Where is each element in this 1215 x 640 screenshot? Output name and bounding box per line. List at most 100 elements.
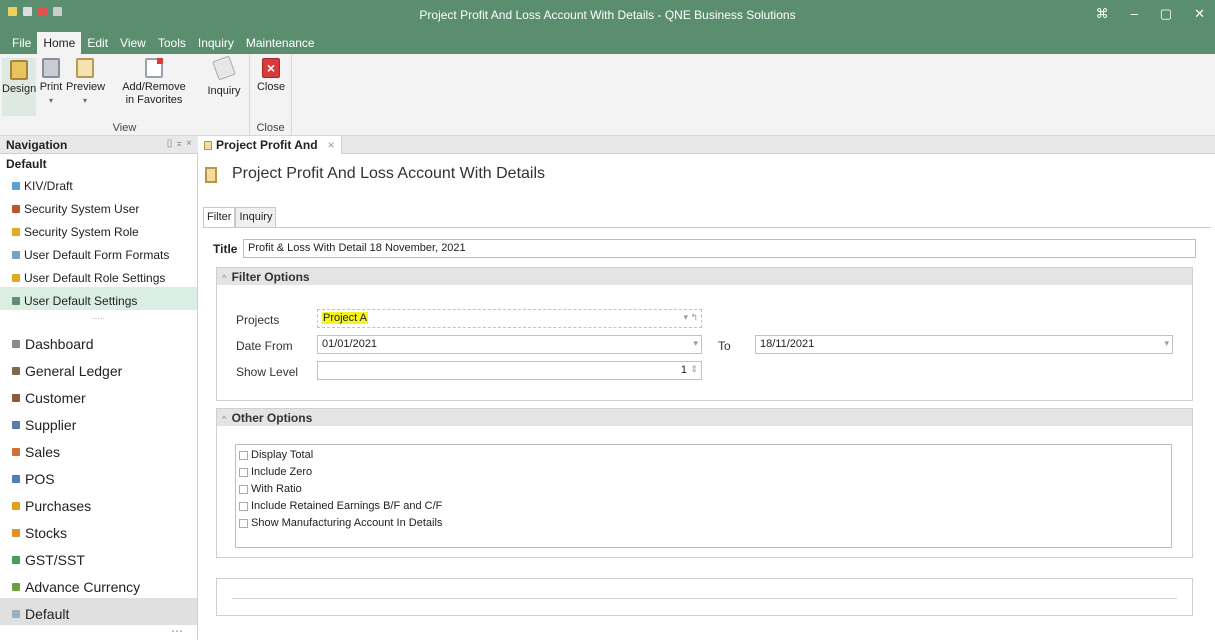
- ribbon-group-view: Design Print ▾ Preview ▾ Add/Remove in F…: [0, 54, 250, 136]
- dashboard-icon: [12, 340, 20, 348]
- navigation-splitter[interactable]: ·····: [0, 310, 197, 328]
- design-icon: [10, 60, 28, 80]
- more-options-icon[interactable]: ⋯: [171, 624, 183, 638]
- ribbon-group-label-close: Close: [256, 122, 285, 134]
- navigation-panel: Default KIV/Draft Security System User S…: [0, 154, 198, 640]
- menu-home[interactable]: Home: [37, 32, 82, 54]
- nav-module-stocks[interactable]: Stocks: [0, 517, 197, 544]
- preview-button[interactable]: Preview ▾: [66, 58, 105, 107]
- spin-icon[interactable]: ⇕: [690, 364, 698, 375]
- menu-maintenance[interactable]: Maintenance: [240, 32, 321, 54]
- chevron-down-icon: ▾: [48, 96, 53, 105]
- ledger-icon: [12, 367, 20, 375]
- date-from-label: Date From: [236, 339, 293, 353]
- pos-icon: [12, 475, 20, 483]
- ribbon: Design Print ▾ Preview ▾ Add/Remove in F…: [0, 54, 1215, 136]
- currency-icon: [12, 583, 20, 591]
- nav-module-gst-sst[interactable]: GST/SST: [0, 544, 197, 571]
- nav-module-default[interactable]: Default: [0, 598, 197, 625]
- ribbon-group-close: × Close Close: [250, 54, 292, 136]
- show-manufacturing-account-checkbox[interactable]: Show Manufacturing Account In Details: [239, 517, 442, 529]
- maximize-icon[interactable]: ▢: [1160, 6, 1172, 22]
- pin-icon[interactable]: ▯ ⌅ ×: [167, 138, 192, 149]
- collapse-icon: ^: [222, 414, 227, 424]
- role-settings-icon: [12, 273, 20, 282]
- include-zero-checkbox[interactable]: Include Zero: [239, 466, 312, 478]
- nav-module-pos[interactable]: POS: [0, 463, 197, 490]
- tab-filter[interactable]: Filter: [203, 207, 236, 227]
- include-retained-earnings-checkbox[interactable]: Include Retained Earnings B/F and C/F: [239, 500, 442, 512]
- nav-item-user-default-role-settings[interactable]: User Default Role Settings: [0, 264, 197, 287]
- projects-input[interactable]: Project A ▾ ↰: [317, 309, 702, 328]
- main-content: Project Profit And Loss Account With Det…: [199, 155, 1215, 640]
- menu-inquiry[interactable]: Inquiry: [192, 32, 240, 54]
- nav-module-dashboard[interactable]: Dashboard: [0, 328, 197, 355]
- title-input[interactable]: Profit & Loss With Detail 18 November, 2…: [243, 239, 1196, 258]
- tab-inquiry[interactable]: Inquiry: [235, 207, 277, 227]
- projects-label: Projects: [236, 313, 280, 327]
- nav-module-supplier[interactable]: Supplier: [0, 409, 197, 436]
- menu-view[interactable]: View: [114, 32, 152, 54]
- inquiry-button[interactable]: Inquiry: [202, 55, 246, 98]
- navigation-header: Navigation ▯ ⌅ ×: [0, 136, 198, 154]
- navigation-section-title: Default: [6, 157, 47, 171]
- minimize-icon[interactable]: –: [1131, 6, 1138, 22]
- document-tab-strip: Project Profit And ×: [198, 136, 1215, 154]
- nav-module-customer[interactable]: Customer: [0, 382, 197, 409]
- chevron-down-icon[interactable]: ▾: [693, 338, 698, 349]
- filter-options-group: ^ Filter Options Projects Project A ▾ ↰ …: [216, 267, 1193, 401]
- nav-module-advance-currency[interactable]: Advance Currency: [0, 571, 197, 598]
- checkbox-icon: [239, 484, 248, 494]
- layout-icon[interactable]: ⌘: [1096, 6, 1109, 22]
- title-bar: Project Profit And Loss Account With Det…: [0, 0, 1215, 32]
- nav-item-kiv-draft[interactable]: KIV/Draft: [0, 172, 197, 195]
- nav-item-user-default-settings[interactable]: User Default Settings: [0, 287, 197, 310]
- menu-file[interactable]: File: [6, 32, 37, 54]
- close-window-icon[interactable]: ✕: [1194, 6, 1205, 22]
- menu-tools[interactable]: Tools: [152, 32, 192, 54]
- window-title: Project Profit And Loss Account With Det…: [419, 8, 796, 22]
- show-level-label: Show Level: [236, 365, 299, 379]
- nav-item-user-default-form-formats[interactable]: User Default Form Formats: [0, 241, 197, 264]
- lookup-icon[interactable]: ▾ ↰: [683, 312, 698, 323]
- form-format-icon: [12, 250, 20, 259]
- chevron-down-icon[interactable]: ▾: [1164, 338, 1169, 349]
- document-icon: [204, 140, 212, 150]
- add-remove-favorites-button[interactable]: Add/Remove in Favorites: [106, 58, 202, 107]
- checkbox-icon: [239, 467, 248, 477]
- close-tab-icon[interactable]: ×: [328, 138, 335, 152]
- nav-module-sales[interactable]: Sales: [0, 436, 197, 463]
- close-button[interactable]: × Close: [254, 58, 288, 94]
- checkbox-icon: [239, 501, 248, 511]
- default-icon: [12, 610, 20, 618]
- other-options-header[interactable]: ^ Other Options: [217, 409, 1192, 426]
- tab-project-profit-and[interactable]: Project Profit And ×: [198, 136, 342, 154]
- display-total-checkbox[interactable]: Display Total: [239, 449, 313, 461]
- report-icon: [205, 167, 217, 183]
- bottom-panel: [216, 578, 1193, 616]
- supplier-icon: [12, 421, 20, 429]
- page-title: Project Profit And Loss Account With Det…: [232, 165, 546, 182]
- nav-module-general-ledger[interactable]: General Ledger: [0, 355, 197, 382]
- collapse-icon: ^: [222, 273, 227, 283]
- print-button[interactable]: Print ▾: [38, 58, 64, 107]
- other-options-group: ^ Other Options Display Total Include Ze…: [216, 408, 1193, 558]
- print-icon: [42, 58, 60, 78]
- close-icon: ×: [262, 58, 280, 78]
- show-level-stepper[interactable]: 1 ⇕: [317, 361, 702, 380]
- stocks-icon: [12, 529, 20, 537]
- nav-item-security-system-user[interactable]: Security System User: [0, 195, 197, 218]
- tax-icon: [12, 556, 20, 564]
- role-icon: [12, 227, 20, 236]
- design-button[interactable]: Design: [2, 58, 36, 116]
- preview-icon: [76, 58, 94, 78]
- nav-item-security-system-role[interactable]: Security System Role: [0, 218, 197, 241]
- projects-value: Project A: [322, 312, 369, 324]
- date-to-input[interactable]: 18/11/2021 ▾: [755, 335, 1173, 354]
- filter-options-header[interactable]: ^ Filter Options: [217, 268, 1192, 285]
- date-from-input[interactable]: 01/01/2021 ▾: [317, 335, 702, 354]
- menu-edit[interactable]: Edit: [81, 32, 114, 54]
- nav-module-purchases[interactable]: Purchases: [0, 490, 197, 517]
- with-ratio-checkbox[interactable]: With Ratio: [239, 483, 302, 495]
- inquiry-icon: [212, 55, 236, 81]
